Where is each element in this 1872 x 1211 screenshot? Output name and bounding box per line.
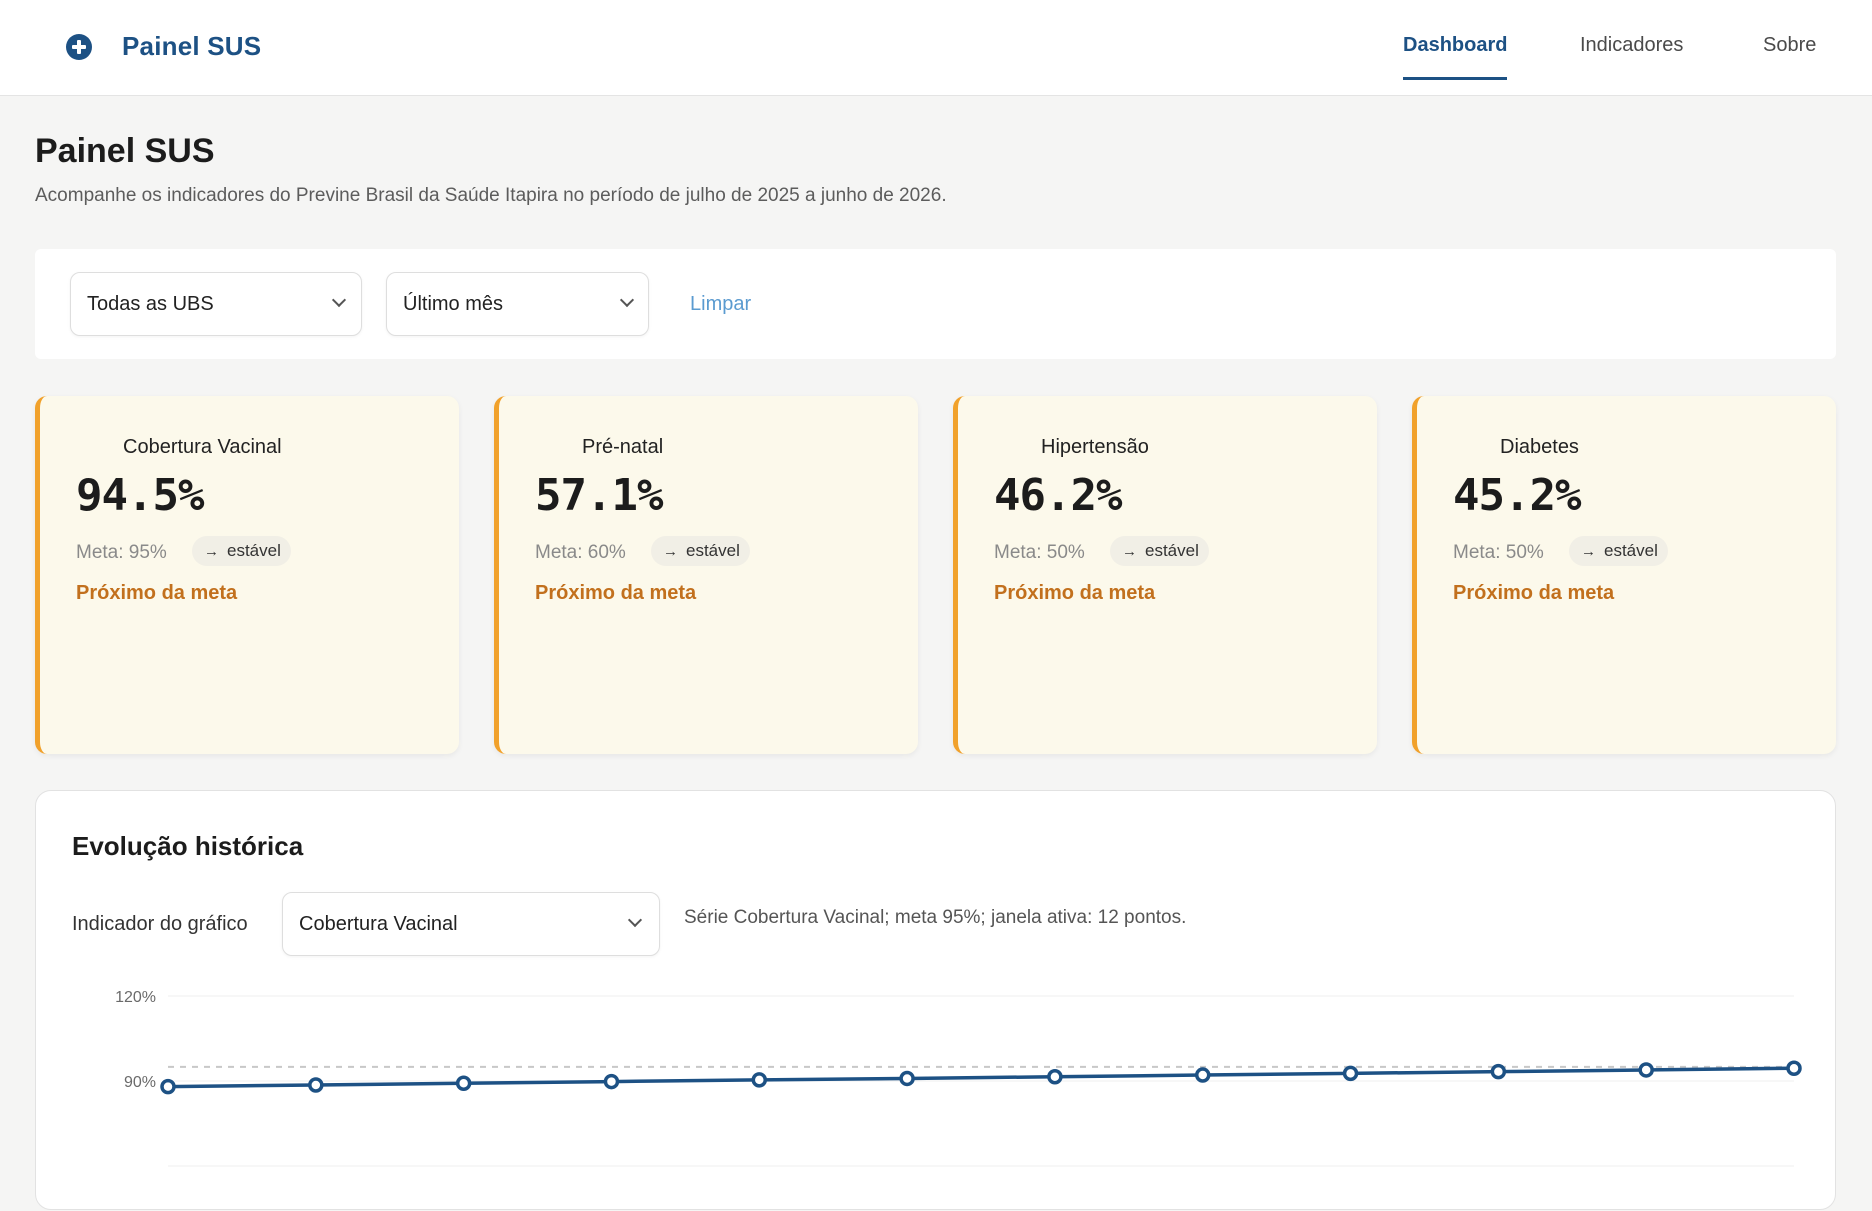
data-point [308, 1077, 324, 1093]
kpi-card-status: Próximo da meta [1453, 582, 1615, 604]
kpi-card-meta: Meta: 50% [994, 542, 1085, 563]
data-point [1047, 1069, 1063, 1085]
kpi-card-title: Diabetes [1500, 436, 1579, 458]
trend-badge: → estável [1110, 536, 1209, 566]
kpi-card-pre-natal[interactable]: Pré-natal 57.1% Meta: 60% → estável Próx… [494, 396, 918, 754]
trend-label: estável [227, 541, 281, 560]
ubs-select-value: Todas as UBS [87, 293, 214, 315]
data-point [1490, 1063, 1507, 1080]
y-tick-label: 120% [115, 989, 156, 1006]
kpi-card-value: 45.2% [1453, 470, 1581, 521]
trend-badge: → estável [192, 536, 291, 566]
y-tick-label: 90% [124, 1074, 156, 1091]
kpi-card-title: Cobertura Vacinal [123, 436, 282, 458]
line-chart: 120% 90% [115, 989, 1802, 1167]
nav-sobre[interactable]: Sobre [1763, 34, 1816, 80]
data-point [1638, 1062, 1654, 1078]
chevron-down-icon [619, 292, 635, 308]
kpi-card-value: 57.1% [535, 470, 663, 521]
arrow-right-icon: → [1122, 542, 1137, 560]
data-point [455, 1075, 472, 1092]
brand-name: Painel SUS [122, 31, 262, 61]
kpi-card-value: 46.2% [994, 470, 1122, 521]
kpi-card-title: Hipertensão [1041, 436, 1149, 458]
brand[interactable]: Painel SUS [66, 31, 261, 62]
kpi-card-hipertensao[interactable]: Hipertensão 46.2% Meta: 50% → estável Pr… [953, 396, 1377, 754]
kpi-card-title: Pré-natal [582, 436, 664, 458]
plus-circle-icon [66, 33, 92, 60]
kpi-card-status: Próximo da meta [994, 582, 1156, 604]
arrow-right-icon: → [204, 542, 219, 560]
kpi-card-meta: Meta: 50% [1453, 542, 1544, 563]
trend-label: estável [1604, 541, 1658, 560]
data-point [603, 1073, 620, 1090]
data-point [1194, 1067, 1211, 1083]
data-point [1342, 1065, 1359, 1082]
kpi-card-diabetes[interactable]: Diabetes 45.2% Meta: 50% → estável Próxi… [1412, 396, 1836, 754]
trend-label: estável [1145, 541, 1199, 560]
nav-dashboard[interactable]: Dashboard [1403, 34, 1508, 80]
period-select-value: Último mês [403, 293, 504, 315]
historical-chart-panel: Evolução histórica Indicador do gráfico … [35, 790, 1836, 1210]
trend-label: estável [686, 541, 740, 560]
page-subtitle: Acompanhe os indicadores do Previne Bras… [35, 185, 947, 206]
kpi-card-value: 94.5% [76, 470, 204, 521]
kpi-card-cobertura-vacinal[interactable]: Cobertura Vacinal 94.5% Meta: 95% → está… [35, 396, 459, 754]
arrow-right-icon: → [1581, 542, 1596, 560]
chevron-down-icon [331, 292, 347, 308]
nav-indicadores[interactable]: Indicadores [1580, 34, 1683, 80]
trend-badge: → estável [1569, 536, 1668, 566]
page-title: Painel SUS [35, 132, 215, 170]
series-line [167, 1066, 1795, 1089]
arrow-right-icon: → [663, 542, 678, 560]
data-point [751, 1072, 768, 1088]
kpi-card-status: Próximo da meta [535, 582, 697, 604]
top-navbar: Painel SUS Dashboard Indicadores Sobre [0, 0, 1872, 96]
data-point [1786, 1060, 1802, 1076]
period-select[interactable]: Último mês [386, 272, 649, 336]
data-point [160, 1078, 176, 1095]
trend-badge: → estável [651, 536, 750, 566]
ubs-select[interactable]: Todas as UBS [70, 272, 362, 336]
clear-filters-link[interactable]: Limpar [690, 293, 751, 316]
data-point [899, 1070, 915, 1087]
kpi-card-meta: Meta: 95% [76, 542, 167, 563]
kpi-card-status: Próximo da meta [76, 582, 238, 604]
filter-bar: Todas as UBS Último mês Limpar [35, 249, 1836, 359]
kpi-card-meta: Meta: 60% [535, 542, 626, 563]
